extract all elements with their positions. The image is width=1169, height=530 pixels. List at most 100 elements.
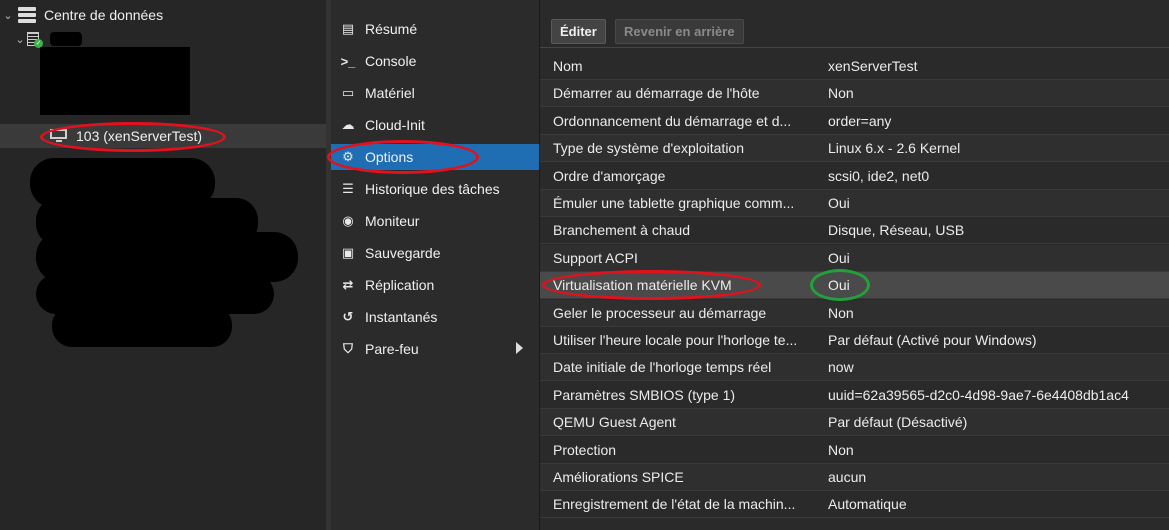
option-key: QEMU Guest Agent bbox=[553, 414, 676, 431]
resource-tree: ⌄ Centre de données ⌄ ✓ 103 (xenServerTe… bbox=[0, 0, 326, 530]
node-icon: ✓ bbox=[26, 30, 44, 48]
revert-button[interactable]: Revenir en arrière bbox=[615, 19, 744, 44]
option-value: order=any bbox=[828, 112, 892, 129]
table-row[interactable]: Enregistrement de l'état de la machin...… bbox=[540, 491, 1169, 519]
option-value: Non bbox=[828, 304, 854, 321]
nav-item-10[interactable]: ⛉ Pare-feu bbox=[331, 336, 539, 362]
nav-item-label: Console bbox=[365, 53, 417, 69]
nav-item-0[interactable]: ▤ Résumé bbox=[331, 16, 539, 42]
table-row[interactable]: Support ACPI Oui bbox=[540, 244, 1169, 272]
tree-vm-103[interactable]: 103 (xenServerTest) bbox=[0, 124, 326, 148]
option-value: Automatique bbox=[828, 496, 907, 513]
table-row[interactable]: Protection Non bbox=[540, 437, 1169, 464]
option-value: now bbox=[828, 359, 854, 376]
option-key: Date initiale de l'horloge temps réel bbox=[553, 359, 772, 376]
table-row[interactable]: Type de système d'exploitation Linux 6.x … bbox=[540, 135, 1169, 163]
cloud-icon: ☁ bbox=[341, 117, 355, 132]
option-key: Virtualisation matérielle KVM bbox=[553, 277, 732, 294]
gear-icon: ⚙ bbox=[342, 149, 354, 164]
option-value: Non bbox=[828, 441, 854, 458]
nav-item-label: Cloud-Init bbox=[365, 117, 425, 133]
table-row[interactable]: Ordre d'amorçage scsi0, ide2, net0 bbox=[540, 163, 1169, 190]
option-value: Non bbox=[828, 85, 854, 102]
option-key: Ordre d'amorçage bbox=[553, 167, 666, 184]
option-value: Par défaut (Activé pour Windows) bbox=[828, 332, 1037, 348]
table-row[interactable]: Nom xenServerTest bbox=[540, 53, 1169, 80]
eye-icon: ◉ bbox=[342, 213, 354, 228]
table-row[interactable]: Démarrer au démarrage de l'hôte Non bbox=[540, 80, 1169, 108]
option-key: Ordonnancement du démarrage et d... bbox=[553, 112, 792, 129]
redaction-scribble bbox=[52, 305, 232, 347]
option-key: Enregistrement de l'état de la machin... bbox=[553, 496, 796, 513]
option-key: Utiliser l'heure locale pour l'horloge t… bbox=[553, 332, 798, 348]
table-row[interactable]: Utiliser l'heure locale pour l'horloge t… bbox=[540, 327, 1169, 354]
vm-config-nav: ▤ Résumé >_ Console ▭ Matériel ☁ Cloud-Init ⚙ Opt… bbox=[331, 0, 539, 530]
nav-item-5[interactable]: ☰ Historique des tâches bbox=[331, 176, 539, 202]
nav-item-label: Moniteur bbox=[365, 213, 420, 229]
tree-vm-label: 103 (xenServerTest) bbox=[76, 128, 203, 144]
monitor-icon: ▭ bbox=[341, 85, 355, 100]
nav-item-label: Sauvegarde bbox=[365, 245, 441, 261]
table-row[interactable]: QEMU Guest Agent Par défaut (Désactivé) bbox=[540, 409, 1169, 437]
option-key: Branchement à chaud bbox=[553, 222, 690, 239]
options-panel: Éditer Revenir en arrière Nom xenServerTe… bbox=[539, 0, 1169, 530]
option-key: Protection bbox=[553, 441, 617, 458]
history-icon: ↺ bbox=[342, 309, 354, 324]
table-row[interactable]: Améliorations SPICE aucun bbox=[540, 464, 1169, 491]
option-value: Oui bbox=[828, 277, 850, 294]
edit-button[interactable]: Éditer bbox=[551, 19, 606, 44]
option-value: uuid=62a39565-d2c0-4d98-9ae7-6e4408db1ac… bbox=[828, 386, 1129, 403]
option-key: Démarrer au démarrage de l'hôte bbox=[553, 85, 760, 102]
option-value: Oui bbox=[828, 249, 850, 266]
nav-item-label: Historique des tâches bbox=[365, 181, 500, 197]
nav-item-3[interactable]: ☁ Cloud-Init bbox=[331, 112, 539, 138]
table-row[interactable]: Ordonnancement du démarrage et d... order… bbox=[540, 108, 1169, 135]
shield-icon: ⛉ bbox=[343, 341, 353, 356]
option-key: Émuler une tablette graphique comm... bbox=[553, 195, 795, 211]
option-key: Paramètres SMBIOS (type 1) bbox=[553, 386, 736, 403]
nav-item-2[interactable]: ▭ Matériel bbox=[331, 80, 539, 106]
nav-item-label: Matériel bbox=[365, 85, 415, 101]
nav-item-label: Instantanés bbox=[365, 309, 438, 325]
option-value: scsi0, ide2, net0 bbox=[828, 167, 930, 184]
option-key: Type de système d'exploitation bbox=[553, 140, 745, 157]
option-value: Linux 6.x - 2.6 Kernel bbox=[828, 140, 961, 157]
chevron-down-icon[interactable]: ⌄ bbox=[14, 33, 26, 46]
table-row[interactable]: Branchement à chaud Disque, Réseau, USB bbox=[540, 217, 1169, 245]
toolbar: Éditer Revenir en arrière bbox=[540, 12, 1169, 48]
nav-item-label: Résumé bbox=[365, 21, 418, 37]
redaction-block bbox=[40, 47, 190, 115]
nav-item-1[interactable]: >_ Console bbox=[331, 48, 539, 74]
nav-item-4[interactable]: ⚙ Options bbox=[331, 144, 539, 170]
nav-item-label: Pare-feu bbox=[365, 341, 419, 357]
tree-datacenter-label: Centre de données bbox=[44, 7, 164, 23]
option-key: Nom bbox=[553, 58, 583, 74]
option-value: xenServerTest bbox=[828, 58, 918, 74]
nav-item-7[interactable]: ▣ Sauvegarde bbox=[331, 240, 539, 266]
tree-datacenter[interactable]: ⌄ Centre de données bbox=[0, 3, 326, 27]
list-icon: ☰ bbox=[342, 181, 354, 196]
table-row[interactable]: Virtualisation matérielle KVM Oui bbox=[540, 272, 1169, 300]
table-row[interactable]: Geler le processeur au démarrage Non bbox=[540, 299, 1169, 327]
table-row[interactable]: Paramètres SMBIOS (type 1) uuid=62a39565-… bbox=[540, 382, 1169, 409]
nav-item-6[interactable]: ◉ Moniteur bbox=[331, 208, 539, 234]
option-value: Oui bbox=[828, 195, 850, 211]
nav-item-9[interactable]: ↺ Instantanés bbox=[331, 304, 539, 330]
table-row[interactable]: Émuler une tablette graphique comm... Oui bbox=[540, 190, 1169, 217]
option-key: Support ACPI bbox=[553, 249, 638, 266]
vm-monitor-icon bbox=[50, 129, 68, 143]
option-key: Geler le processeur au démarrage bbox=[553, 304, 767, 321]
floppy-icon: ▣ bbox=[341, 245, 355, 260]
nav-item-8[interactable]: ⇄ Réplication bbox=[331, 272, 539, 298]
table-row[interactable]: Date initiale de l'horloge temps réel now bbox=[540, 354, 1169, 382]
server-stack-icon bbox=[16, 7, 38, 23]
document-icon: ▤ bbox=[341, 21, 355, 36]
option-value: Disque, Réseau, USB bbox=[828, 222, 965, 239]
option-value: Par défaut (Désactivé) bbox=[828, 414, 968, 431]
redaction-node-name bbox=[50, 32, 82, 46]
option-value: aucun bbox=[828, 469, 867, 485]
retweet-icon: ⇄ bbox=[342, 277, 354, 292]
chevron-down-icon[interactable]: ⌄ bbox=[2, 9, 14, 22]
expand-arrow-icon[interactable] bbox=[516, 342, 523, 354]
option-key: Améliorations SPICE bbox=[553, 469, 684, 485]
